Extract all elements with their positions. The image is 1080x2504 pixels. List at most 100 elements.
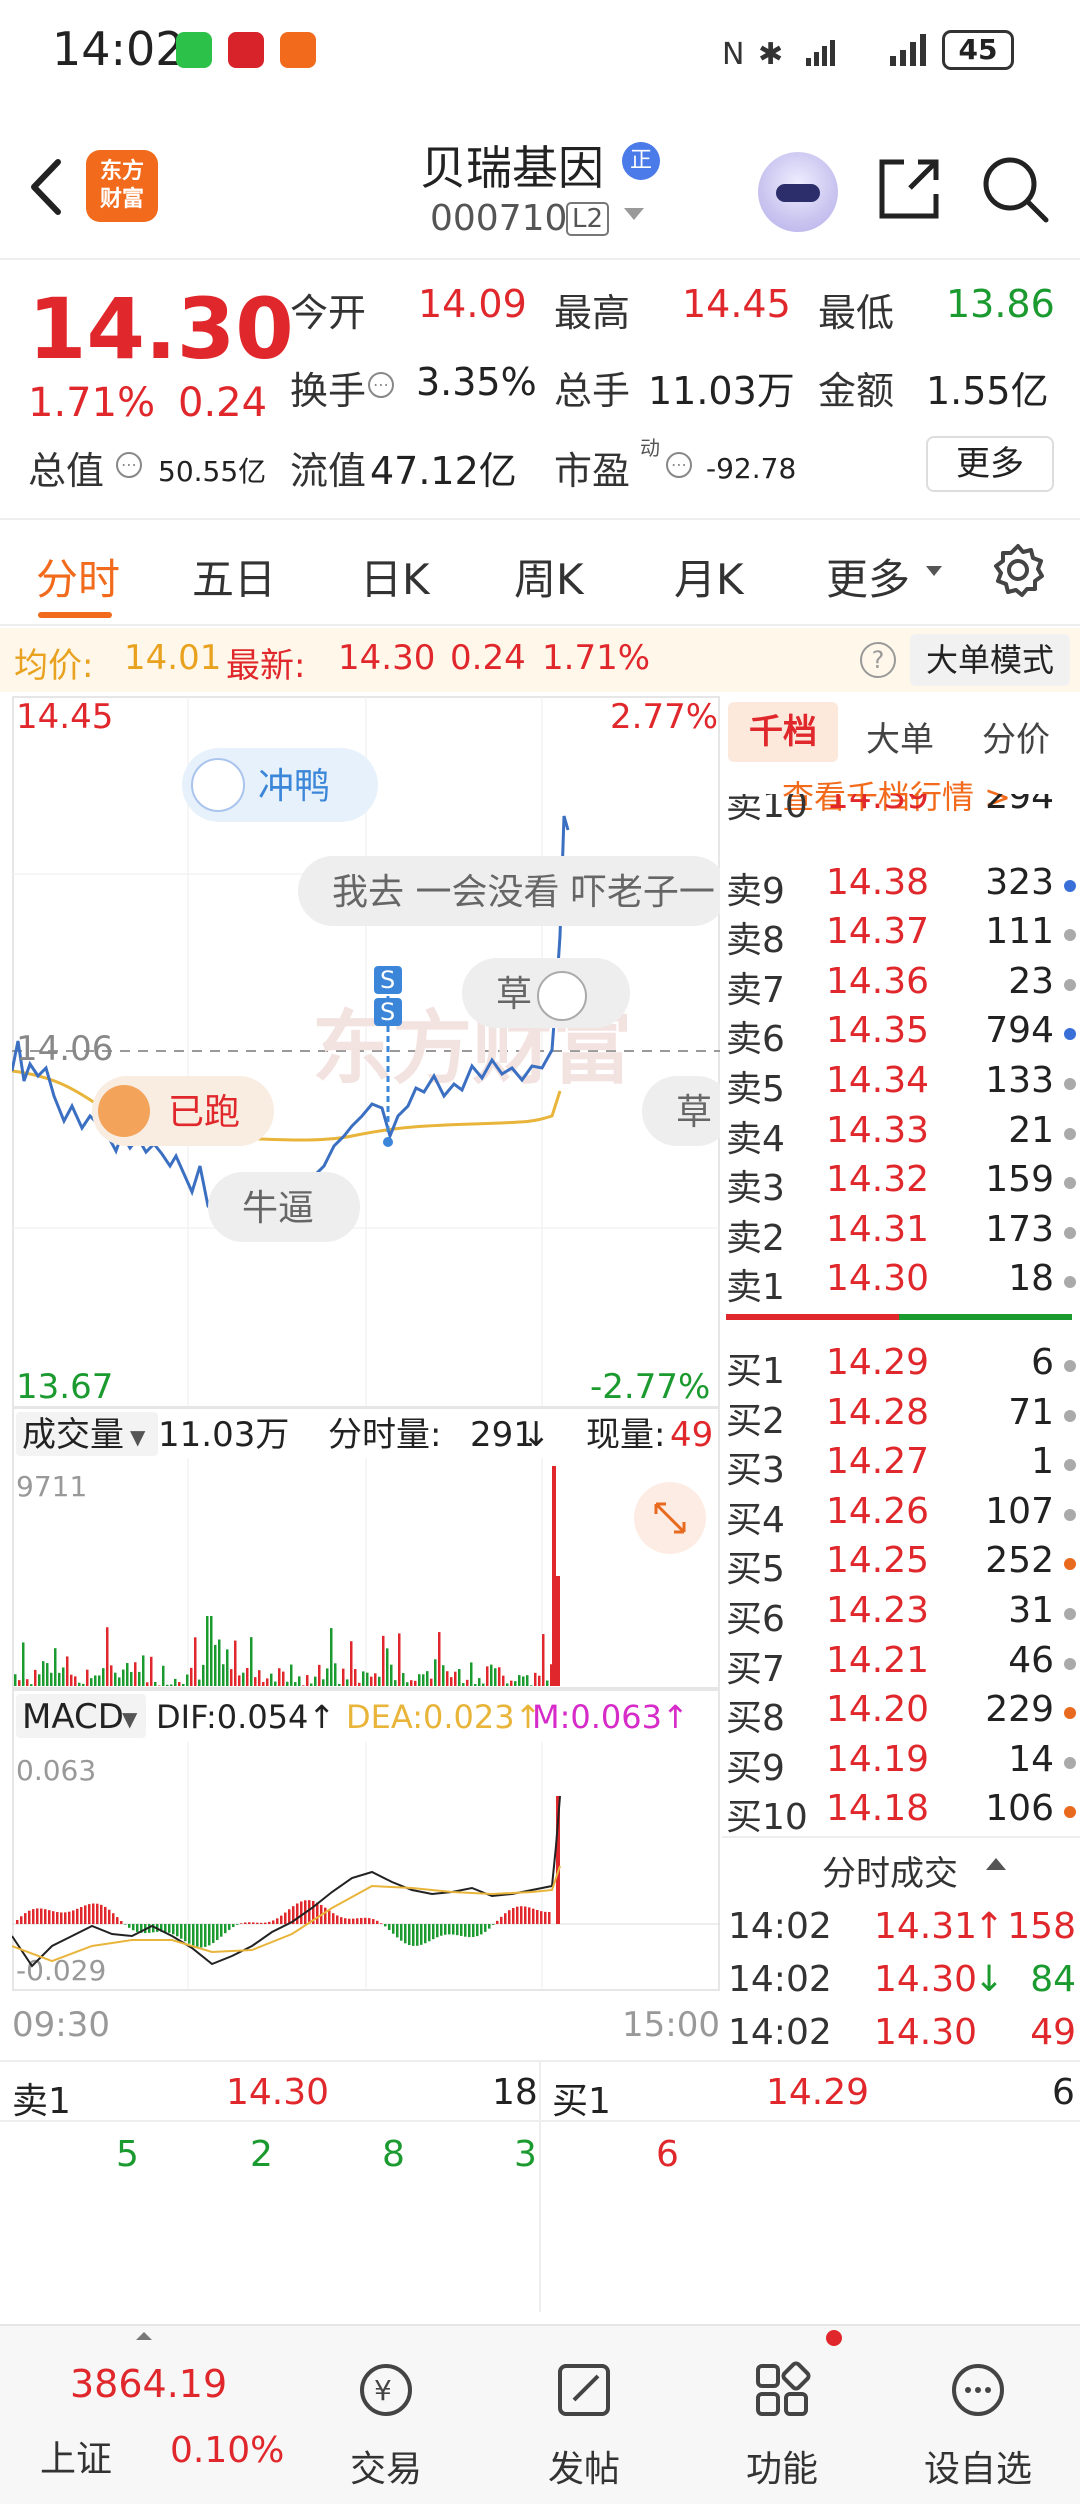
trades-header[interactable]: 分时成交 — [822, 1846, 958, 1895]
comment-bubble[interactable]: 已跑 — [92, 1076, 274, 1146]
trade-time: 14:02 — [728, 1906, 832, 1947]
ask-row[interactable]: 卖10 14.39 294 — [726, 794, 1076, 826]
macd-bar — [328, 1910, 331, 1924]
comment-bubble[interactable]: 草 — [642, 1076, 732, 1146]
volume-bar — [166, 1684, 169, 1686]
macd-indicator-select[interactable]: MACD — [22, 1697, 124, 1737]
nav-watchlist-label: 设自选 — [923, 2449, 1032, 2490]
volume-bar — [534, 1672, 537, 1686]
info-icon[interactable]: ⋯ — [116, 452, 142, 478]
volume-bar — [366, 1672, 369, 1686]
bid-volume: 6 — [1031, 1342, 1054, 1383]
bid-row[interactable]: 买4 14.26 107 — [726, 1491, 1076, 1541]
trade-volume: 84 — [1030, 1959, 1076, 2000]
bid-row[interactable]: 买8 14.20 229 — [726, 1689, 1076, 1739]
ask-price: 14.32 — [826, 1159, 930, 1201]
comment-bubble[interactable]: 冲鸭 — [182, 748, 378, 822]
bid-price: 14.25 — [826, 1540, 930, 1582]
volume-panel[interactable]: 成交量 ▼ 11.03万 分时量: 291 ↓ 现量: 49 9711 — [12, 1407, 720, 1689]
macd-y-min: -0.029 — [16, 1954, 106, 1987]
ask-row[interactable]: 卖8 14.37 111 — [726, 911, 1076, 961]
bid-row[interactable]: 买3 14.27 1 — [726, 1441, 1076, 1491]
intraday-chart-area[interactable]: 东方财富 14.45 2.77% 14.06 13.67 -2.77% 冲鸭 我… — [10, 696, 732, 2060]
ask-row[interactable]: 卖7 14.36 23 — [726, 961, 1076, 1011]
bid-row[interactable]: 买7 14.21 46 — [726, 1640, 1076, 1690]
tab-intraday[interactable]: 分时 — [36, 546, 120, 607]
ask-row[interactable]: 卖2 14.31 173 — [726, 1209, 1076, 1259]
share-icon[interactable] — [874, 154, 944, 224]
macd-bar — [80, 1907, 83, 1924]
bid-row[interactable]: 买2 14.28 71 — [726, 1392, 1076, 1442]
nav-functions[interactable]: 功能 — [712, 2342, 852, 2492]
tab-qiandang[interactable]: 千档 — [728, 702, 838, 762]
volume-bar — [94, 1675, 97, 1686]
back-arrow-icon[interactable] — [22, 152, 72, 222]
bid-row[interactable]: 买6 14.23 31 — [726, 1590, 1076, 1640]
macd-panel[interactable]: MACD ▼ DIF:0.054↑ DEA:0.023↑ M:0.063↑ 0.… — [11, 1689, 720, 2045]
ask-row[interactable]: 卖1 14.30 18 — [726, 1258, 1076, 1308]
tab-more[interactable]: 更多 — [826, 546, 910, 607]
tab-price-dist[interactable]: 分价 — [982, 712, 1050, 761]
macd-bar — [324, 1907, 327, 1924]
nav-watchlist[interactable]: 设自选 — [908, 2342, 1048, 2492]
info-icon[interactable]: ⋯ — [666, 452, 692, 478]
trade-direction: ↓ — [974, 1959, 1005, 2000]
tab-monthly-k[interactable]: 月K — [674, 546, 744, 607]
big-order-mode-button[interactable]: 大单模式 — [910, 634, 1070, 686]
ask-row[interactable]: 卖5 14.34 133 — [726, 1060, 1076, 1110]
index-value: 3864.19 — [70, 2362, 228, 2406]
macd-bar — [492, 1924, 495, 1925]
nav-post[interactable]: 发帖 — [514, 2342, 654, 2492]
ask-row[interactable]: 卖9 14.38 323 — [726, 862, 1076, 912]
volume-bar — [430, 1678, 433, 1686]
comment-bubble[interactable]: 草 — [462, 958, 630, 1028]
ask-label: 卖9 — [726, 870, 785, 912]
info-icon[interactable]: ⋯ — [368, 372, 394, 398]
volume-indicator-select[interactable]: 成交量 — [22, 1415, 124, 1455]
index-ticker[interactable]: 3864.19 上证 0.10% — [0, 2326, 300, 2504]
tab-weekly-k[interactable]: 周K — [514, 546, 584, 607]
eastmoney-logo[interactable]: 东方 财富 — [86, 150, 158, 222]
search-icon[interactable] — [980, 154, 1050, 224]
volume-bar — [26, 1679, 29, 1686]
bid-row[interactable]: 买10 14.18 106 — [726, 1788, 1076, 1838]
volume-bar — [438, 1632, 441, 1686]
bid-row[interactable]: 买1 14.29 6 — [726, 1342, 1076, 1392]
help-icon[interactable]: ? — [860, 642, 896, 678]
volume-bar — [14, 1674, 17, 1686]
order-dot-icon — [1064, 1276, 1076, 1289]
volume-bar — [486, 1666, 489, 1686]
ask-row[interactable]: 卖4 14.33 21 — [726, 1110, 1076, 1160]
comment-bubble[interactable]: 我去 一会没看 吓老子一 — [298, 856, 728, 926]
chevron-down-icon[interactable] — [624, 208, 644, 220]
bid-row[interactable]: 买5 14.25 252 — [726, 1540, 1076, 1590]
svg-text:▼: ▼ — [130, 1425, 146, 1449]
order-dot-icon — [1064, 1657, 1076, 1670]
volume-bar — [134, 1662, 137, 1686]
comment-bubble[interactable]: 牛逼 — [208, 1172, 360, 1242]
macd-bar — [84, 1905, 87, 1924]
bid-volume: 1 — [1031, 1441, 1054, 1483]
volume-y-max: 9711 — [16, 1470, 87, 1503]
svg-text:✱: ✱ — [758, 37, 783, 72]
gear-icon[interactable] — [990, 542, 1046, 598]
bid-row[interactable]: 买9 14.19 14 — [726, 1739, 1076, 1789]
tab-five-day[interactable]: 五日 — [192, 546, 276, 607]
order-dot-icon — [1064, 1558, 1076, 1571]
tab-daily-k[interactable]: 日K — [360, 546, 430, 607]
nav-trade[interactable]: ¥ 交易 — [316, 2342, 456, 2492]
ask-queue-item: 8 — [382, 2134, 405, 2175]
ask-row[interactable]: 卖3 14.32 159 — [726, 1159, 1076, 1209]
tab-big-order[interactable]: 大单 — [866, 712, 934, 761]
ask-price: 14.39 — [826, 794, 930, 817]
volume-bar — [422, 1674, 425, 1686]
ask-row[interactable]: 卖6 14.35 794 — [726, 1010, 1076, 1060]
more-button[interactable]: 更多 — [926, 436, 1054, 492]
stock-code[interactable]: 000710 — [430, 198, 567, 239]
volume-total: 11.03万 — [158, 1415, 289, 1455]
tape-ask-vol: 18 — [492, 2072, 538, 2113]
volume-bar — [30, 1684, 33, 1686]
grid-icon — [756, 2361, 811, 2416]
volume-bar — [230, 1669, 233, 1686]
ai-assistant-avatar[interactable] — [758, 152, 838, 232]
